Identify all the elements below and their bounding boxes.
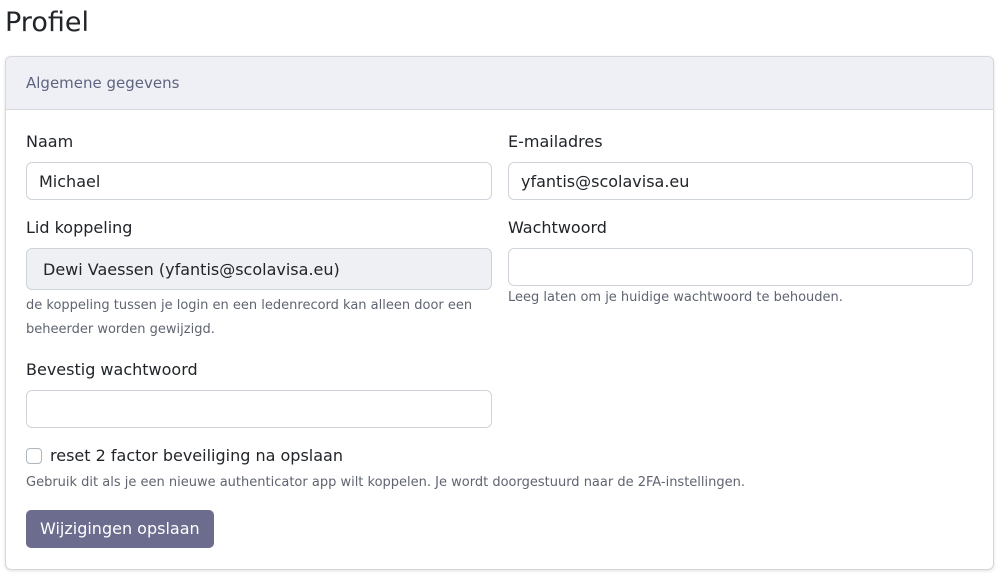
email-label: E-mailadres [508,132,603,151]
reset-2fa-help: Gebruik dit als je een nieuwe authentica… [26,475,745,490]
reset-2fa-row[interactable]: reset 2 factor beveiliging na opslaan [26,445,343,467]
page-title: Profiel [5,7,89,38]
confirm-password-input[interactable] [26,390,492,428]
card-header: Algemene gegevens [6,57,993,110]
password-help: Leeg laten om je huidige wachtwoord te b… [508,290,843,305]
password-label: Wachtwoord [508,218,607,237]
name-label: Naam [26,132,74,151]
password-input[interactable] [508,248,973,286]
reset-2fa-checkbox[interactable] [26,448,42,464]
general-info-card: Algemene gegevens Naam E-mailadres Lid k… [5,56,994,570]
email-input[interactable] [508,162,973,200]
member-link-input [26,248,492,290]
name-input[interactable] [26,162,492,200]
reset-2fa-label[interactable]: reset 2 factor beveiliging na opslaan [50,445,343,467]
member-link-help: de koppeling tussen je login en een lede… [26,298,473,337]
save-changes-button[interactable]: Wijzigingen opslaan [26,510,214,548]
member-link-label: Lid koppeling [26,218,133,237]
confirm-password-label: Bevestig wachtwoord [26,360,198,379]
